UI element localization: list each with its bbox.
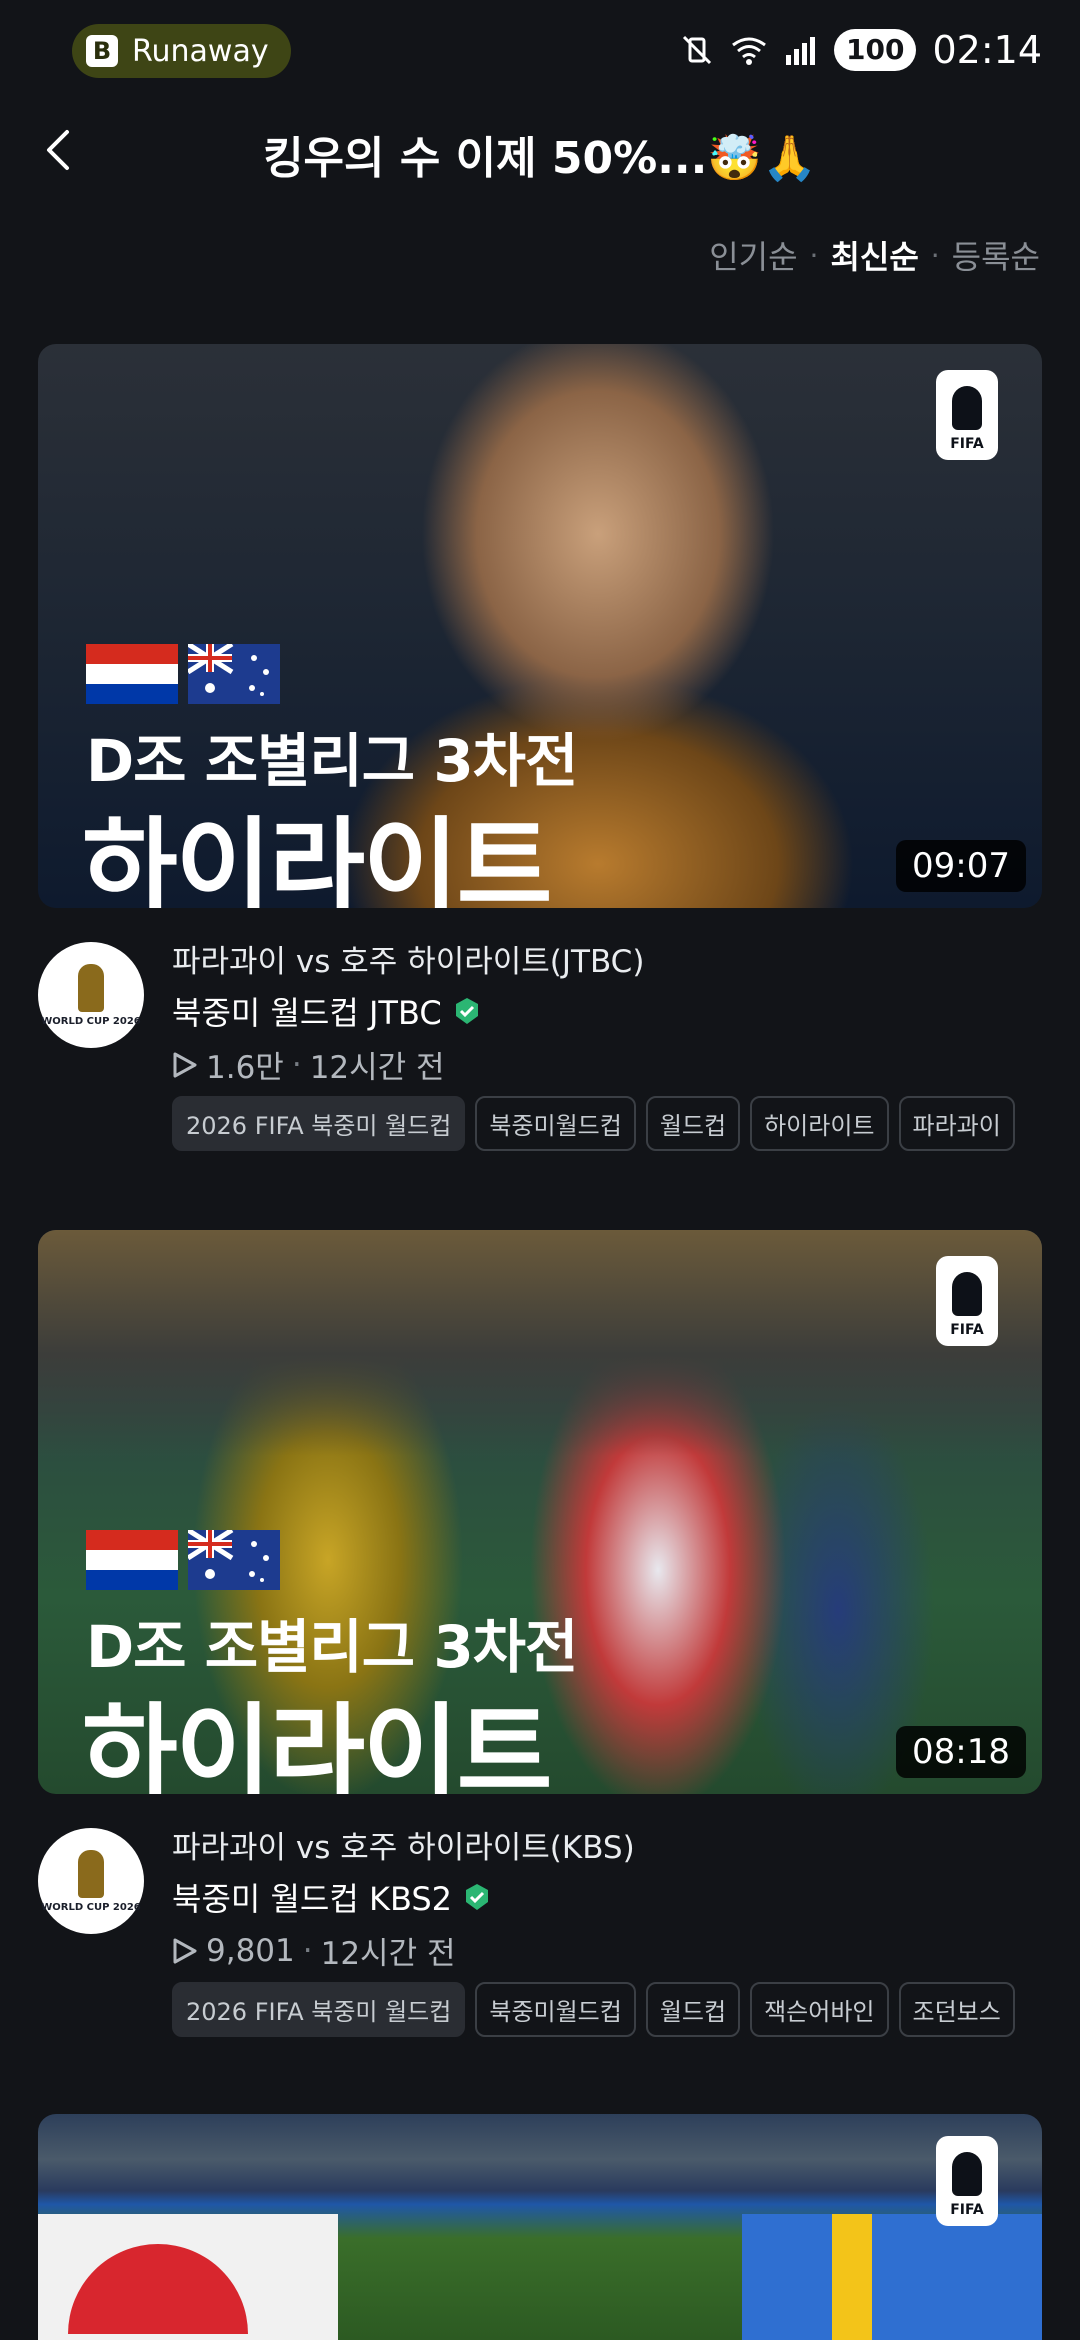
video-card[interactable]: D조 조별리그 3차전 하이라이트 FIFA 08:18 WORLD CUP 2… [38,1230,1042,2054]
vibrate-mute-icon [682,35,712,65]
tag-list: 2026 FIFA 북중미 월드컵 북중미월드컵 월드컵 잭슨어바인 조던보스 [172,1982,1015,2037]
tag-list: 2026 FIFA 북중미 월드컵 북중미월드컵 월드컵 하이라이트 파라과이 [172,1096,1015,1151]
wifi-icon [732,37,766,65]
header: 킹우의 수 이제 50%...🤯🙏 [0,100,1080,200]
japan-flag-banner [38,2214,338,2340]
runaway-logo-icon: B [86,35,118,67]
sort-separator: · [809,238,819,272]
sort-latest[interactable]: 최신순 [830,232,918,278]
fifa-logo-icon: FIFA [936,1256,998,1346]
sort-separator: · [930,238,940,272]
tag-chip[interactable]: 북중미월드컵 [475,1982,636,2037]
channel-avatar[interactable]: WORLD CUP 2026 [38,942,144,1048]
paraguay-flag-icon [86,1530,178,1590]
tag-chip[interactable]: 하이라이트 [750,1096,889,1151]
tag-chip[interactable]: 파라과이 [898,1096,1015,1151]
battery-indicator: 100 [834,29,917,71]
runaway-app-pill[interactable]: B Runaway [72,24,291,78]
view-count: 9,801 [206,1932,295,1969]
upload-age: 12시간 전 [309,1050,445,1086]
channel-name[interactable]: 북중미 월드컵 JTBC [172,988,482,1034]
channel-name[interactable]: 북중미 월드컵 KBS2 [172,1874,492,1920]
sort-options: 인기순 · 최신순 · 등록순 [709,232,1040,278]
tag-chip[interactable]: 북중미월드컵 [475,1096,636,1151]
tag-chip[interactable]: 잭슨어바인 [750,1982,889,2037]
app-pill-label: Runaway [132,33,269,69]
clock: 02:14 [932,28,1042,72]
video-card[interactable]: D조 조별리그 3차전 하이라이트 FIFA 09:07 WORLD CUP 2… [38,344,1042,1168]
fifa-logo-icon: FIFA [936,2136,998,2226]
paraguay-flag-icon [86,644,178,704]
australia-flag-icon [188,1530,280,1590]
video-title[interactable]: 파라과이 vs 호주 하이라이트(JTBC) [172,936,644,981]
video-thumbnail[interactable]: FIFA [38,2114,1042,2340]
verified-badge-icon [455,998,478,1024]
play-icon [173,1938,197,1963]
sort-registered[interactable]: 등록순 [952,232,1040,278]
thumbnail-title: 하이라이트 [82,806,552,908]
sweden-flag-banner [742,2214,1042,2340]
tag-chip[interactable]: 2026 FIFA 북중미 월드컵 [172,1982,466,2037]
tag-chip[interactable]: 2026 FIFA 북중미 월드컵 [172,1096,466,1151]
tag-chip[interactable]: 월드컵 [645,1982,741,2037]
video-duration: 09:07 [896,840,1026,892]
australia-flag-icon [188,644,280,704]
video-thumbnail[interactable]: D조 조별리그 3차전 하이라이트 FIFA 08:18 [38,1230,1042,1794]
page-title: 킹우의 수 이제 50%...🤯🙏 [263,133,817,184]
upload-age: 12시간 전 [320,1936,456,1972]
signal-icon [786,37,816,65]
video-duration: 08:18 [896,1726,1026,1778]
tag-chip[interactable]: 조던보스 [898,1982,1015,2037]
channel-avatar[interactable]: WORLD CUP 2026 [38,1828,144,1934]
sort-popular[interactable]: 인기순 [709,232,797,278]
video-stats: 9,801 · 12시간 전 [172,1928,455,1973]
tag-chip[interactable]: 월드컵 [645,1096,741,1151]
video-title[interactable]: 파라과이 vs 호주 하이라이트(KBS) [172,1822,635,1867]
video-stats: 1.6만 · 12시간 전 [172,1042,445,1087]
video-card[interactable]: FIFA [38,2114,1042,2340]
view-count: 1.6만 [206,1050,284,1086]
video-thumbnail[interactable]: D조 조별리그 3차전 하이라이트 FIFA 09:07 [38,344,1042,908]
fifa-logo-icon: FIFA [936,370,998,460]
play-icon [173,1052,197,1077]
verified-badge-icon [466,1884,489,1910]
status-bar: B Runaway 100 02:14 [0,0,1080,100]
thumbnail-title: 하이라이트 [82,1692,552,1794]
